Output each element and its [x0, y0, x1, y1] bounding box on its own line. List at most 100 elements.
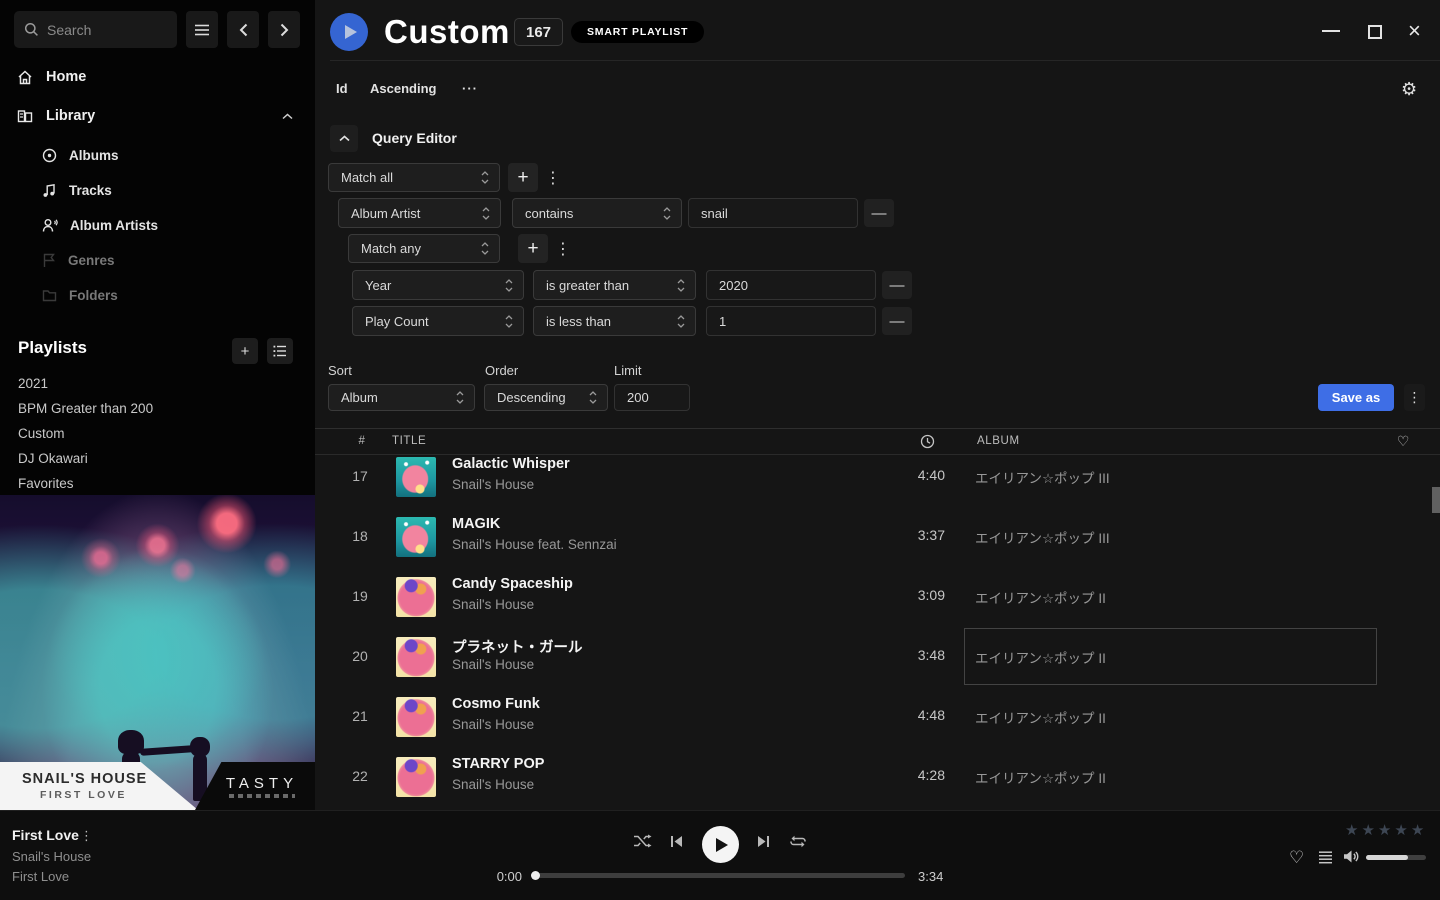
track-artist[interactable]: Snail's House: [452, 477, 534, 492]
favorite-heart-icon[interactable]: ♡: [1397, 433, 1410, 450]
track-album[interactable]: エイリアン☆ポップ III: [975, 467, 1110, 487]
limit-input[interactable]: [614, 384, 690, 411]
column-number[interactable]: #: [351, 435, 373, 447]
chevron-up-icon[interactable]: [282, 113, 293, 120]
window-minimize-button[interactable]: [1322, 30, 1340, 32]
track-artist[interactable]: Snail's House feat. Sennzai: [452, 537, 617, 552]
rule-field-select[interactable]: Play Count: [352, 306, 524, 336]
scrollbar-thumb[interactable]: [1432, 487, 1440, 513]
search-input[interactable]: Search: [14, 11, 177, 48]
rule-value-input[interactable]: [706, 306, 876, 336]
playlist-item[interactable]: Favorites: [18, 471, 298, 495]
repeat-button[interactable]: [789, 835, 807, 848]
track-artist[interactable]: Snail's House: [452, 777, 534, 792]
sidebar-item-library[interactable]: Library: [0, 101, 315, 131]
now-playing-title[interactable]: First Love: [12, 827, 79, 843]
remove-rule-button[interactable]: —: [864, 199, 894, 227]
star-icon[interactable]: ★: [1361, 821, 1374, 839]
save-menu-button[interactable]: ⋮: [1404, 384, 1425, 411]
save-as-button[interactable]: Save as: [1318, 384, 1394, 411]
table-row[interactable]: 20 プラネット・ガール Snail's House 3:48 エイリアン☆ポッ…: [315, 627, 1440, 687]
rule-value-input[interactable]: [688, 198, 858, 228]
sidebar-item-tracks[interactable]: Tracks: [0, 175, 315, 205]
star-icon[interactable]: ★: [1394, 821, 1407, 839]
window-maximize-button[interactable]: [1368, 25, 1382, 39]
table-row[interactable]: 22 STARRY POP Snail's House 4:28 エイリアン☆ポ…: [315, 747, 1440, 807]
now-playing-artist[interactable]: Snail's House: [12, 849, 91, 864]
star-icon[interactable]: ★: [1345, 821, 1358, 839]
track-album[interactable]: エイリアン☆ポップ II: [975, 767, 1106, 787]
add-nested-rule-button[interactable]: +: [518, 234, 548, 263]
remove-rule-button[interactable]: —: [882, 307, 912, 335]
previous-button[interactable]: [670, 835, 684, 848]
sidebar-item-genres[interactable]: Genres: [0, 245, 315, 275]
window-close-button[interactable]: ×: [1408, 18, 1421, 44]
album-disc-icon: [42, 148, 57, 163]
track-album[interactable]: エイリアン☆ポップ III: [975, 527, 1110, 547]
now-playing-artwork[interactable]: SNAIL'S HOUSE FIRST LOVE TASTY: [0, 495, 315, 810]
column-title[interactable]: TITLE: [392, 435, 426, 447]
track-album[interactable]: エイリアン☆ポップ II: [975, 707, 1106, 727]
now-playing-menu-button[interactable]: ⋮: [80, 828, 93, 844]
track-artist[interactable]: Snail's House: [452, 597, 534, 612]
star-icon[interactable]: ★: [1378, 821, 1391, 839]
play-playlist-button[interactable]: [330, 13, 368, 51]
gear-icon[interactable]: ⚙: [1401, 79, 1417, 100]
player-bar: First Love ⋮ Snail's House First Love 0:…: [0, 810, 1440, 900]
select-caret-icon: [456, 391, 464, 404]
nav-back-button[interactable]: [227, 11, 259, 48]
playlist-item[interactable]: DJ Okawari: [18, 446, 298, 470]
menu-button[interactable]: [186, 11, 218, 48]
favorite-button[interactable]: ♡: [1289, 848, 1304, 868]
seek-knob[interactable]: [531, 871, 540, 880]
track-artist[interactable]: Snail's House: [452, 717, 534, 732]
table-row[interactable]: 18 MAGIK Snail's House feat. Sennzai 3:3…: [315, 507, 1440, 567]
rule-field-select[interactable]: Album Artist: [338, 198, 501, 228]
playlist-list-button[interactable]: [267, 338, 293, 364]
next-button[interactable]: [756, 835, 770, 848]
add-playlist-button[interactable]: +: [232, 338, 258, 364]
table-row[interactable]: 21 Cosmo Funk Snail's House 4:48 エイリアン☆ポ…: [315, 687, 1440, 747]
track-artist[interactable]: Snail's House: [452, 657, 534, 672]
match-type-select[interactable]: Match all: [328, 163, 500, 192]
sidebar-item-folders[interactable]: Folders: [0, 280, 315, 310]
more-options-button[interactable]: ···: [462, 81, 478, 96]
star-icon[interactable]: ★: [1411, 821, 1424, 839]
volume-slider[interactable]: [1366, 855, 1426, 860]
playlist-item[interactable]: Custom: [18, 421, 298, 445]
sort-select[interactable]: Album: [328, 384, 475, 411]
sort-direction-button[interactable]: Ascending: [370, 81, 436, 96]
query-editor-collapse-button[interactable]: [330, 125, 358, 152]
play-pause-button[interactable]: [702, 826, 739, 863]
playlist-item[interactable]: BPM Greater than 200: [18, 396, 298, 420]
seek-bar[interactable]: [535, 873, 905, 878]
playlist-item[interactable]: 2021: [18, 371, 298, 395]
sort-field-button[interactable]: Id: [336, 81, 348, 96]
sidebar-item-album-artists[interactable]: Album Artists: [0, 210, 315, 240]
table-row[interactable]: 19 Candy Spaceship Snail's House 3:09 エイ…: [315, 567, 1440, 627]
rule-value-input[interactable]: [706, 270, 876, 300]
table-row[interactable]: 17 Galactic Whisper Snail's House 4:40 エ…: [315, 456, 1440, 507]
track-album[interactable]: エイリアン☆ポップ II: [975, 647, 1106, 667]
rule-operator-select[interactable]: is less than: [533, 306, 696, 336]
remove-rule-button[interactable]: —: [882, 271, 912, 299]
rating-stars[interactable]: ★ ★ ★ ★ ★: [1345, 821, 1424, 839]
nav-forward-button[interactable]: [268, 11, 300, 48]
sidebar-item-home[interactable]: Home: [0, 62, 315, 92]
volume-icon[interactable]: [1343, 849, 1360, 864]
nested-match-type-select[interactable]: Match any: [348, 234, 500, 263]
rule-operator-select[interactable]: is greater than: [533, 270, 696, 300]
duration-clock-icon[interactable]: [920, 434, 935, 449]
rule-field-select[interactable]: Year: [352, 270, 524, 300]
nested-group-menu-button[interactable]: ⋮: [555, 234, 571, 263]
add-rule-button[interactable]: +: [508, 163, 538, 192]
track-album[interactable]: エイリアン☆ポップ II: [975, 587, 1106, 607]
sidebar-item-albums[interactable]: Albums: [0, 140, 315, 170]
column-album[interactable]: ALBUM: [977, 435, 1020, 447]
group-menu-button[interactable]: ⋮: [545, 163, 561, 192]
shuffle-button[interactable]: [633, 834, 652, 848]
now-playing-album[interactable]: First Love: [12, 869, 69, 884]
order-select[interactable]: Descending: [484, 384, 608, 411]
queue-button[interactable]: [1318, 851, 1333, 864]
rule-operator-select[interactable]: contains: [512, 198, 682, 228]
